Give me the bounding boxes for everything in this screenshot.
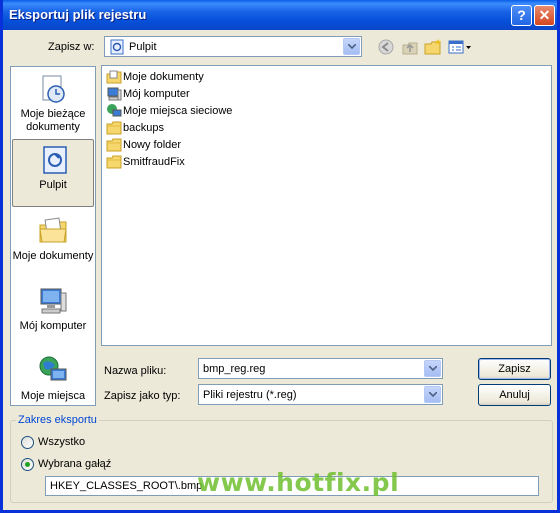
network-places-icon bbox=[107, 104, 122, 117]
place-label: Moje bieżące dokumenty bbox=[20, 108, 86, 133]
filetype-value: Pliki rejestru (*.reg) bbox=[203, 389, 297, 401]
place-recent-documents[interactable]: Moje bieżące dokumenty bbox=[11, 69, 95, 137]
my-documents-icon bbox=[39, 217, 67, 243]
network-places-icon bbox=[39, 356, 67, 381]
place-my-documents[interactable]: Moje dokumenty bbox=[11, 211, 95, 279]
save-in-dropdown[interactable]: Pulpit bbox=[104, 36, 362, 57]
place-label: Moje miejsca bbox=[20, 390, 86, 402]
desktop-icon bbox=[43, 146, 67, 174]
branch-path-value: HKEY_CLASSES_ROOT\.bmp bbox=[50, 480, 203, 492]
cancel-button[interactable]: Anuluj bbox=[478, 384, 551, 406]
watermark: www.hotfix.pl bbox=[197, 468, 400, 497]
place-my-computer[interactable]: Mój komputer bbox=[11, 281, 95, 349]
filetype-label: Zapisz jako typ: bbox=[104, 390, 181, 402]
chevron-down-icon[interactable] bbox=[343, 38, 360, 55]
place-label: Moje dokumenty bbox=[12, 250, 94, 262]
filetype-dropdown[interactable]: Pliki rejestru (*.reg) bbox=[198, 384, 443, 405]
view-menu-icon[interactable] bbox=[447, 37, 473, 57]
radio-branch-label[interactable]: Wybrana gałąź bbox=[38, 458, 111, 470]
place-label: Mój komputer bbox=[19, 320, 87, 332]
radio-all[interactable] bbox=[21, 436, 34, 449]
file-name: Mój komputer bbox=[123, 88, 190, 100]
file-list[interactable]: Moje dokumenty Mój komputer Moje miejsca… bbox=[101, 65, 552, 346]
export-range-title: Zakres eksportu bbox=[16, 414, 99, 426]
file-name: Moje dokumenty bbox=[123, 71, 204, 83]
place-desktop[interactable]: Pulpit bbox=[12, 139, 94, 207]
my-computer-icon bbox=[40, 288, 67, 314]
my-documents-icon bbox=[106, 70, 122, 84]
radio-selected-branch[interactable] bbox=[21, 458, 34, 471]
place-label: Pulpit bbox=[39, 179, 67, 191]
folder-icon bbox=[106, 121, 122, 135]
close-button[interactable]: ✕ bbox=[534, 5, 555, 26]
chevron-down-icon[interactable] bbox=[424, 386, 441, 403]
filename-field[interactable]: bmp_reg.reg bbox=[198, 358, 443, 379]
new-folder-icon[interactable] bbox=[423, 37, 443, 57]
window-title: Eksportuj plik rejestru bbox=[9, 7, 147, 22]
file-name: backups bbox=[123, 122, 164, 134]
radio-selected-dot bbox=[25, 462, 30, 467]
filename-value: bmp_reg.reg bbox=[203, 363, 266, 375]
places-bar: Moje bieżące dokumenty Pulpit Moje dokum… bbox=[10, 66, 96, 406]
place-network-places[interactable]: Moje miejsca bbox=[11, 351, 95, 405]
my-computer-icon bbox=[107, 87, 122, 101]
chevron-down-icon[interactable] bbox=[424, 360, 441, 377]
folder-icon bbox=[106, 138, 122, 152]
desktop-icon bbox=[110, 39, 124, 55]
file-name: SmitfraudFix bbox=[123, 156, 185, 168]
help-button[interactable]: ? bbox=[511, 5, 532, 26]
back-icon[interactable] bbox=[376, 37, 396, 57]
file-name: Nowy folder bbox=[123, 139, 182, 151]
file-name: Moje miejsca sieciowe bbox=[123, 105, 233, 117]
save-in-value: Pulpit bbox=[129, 41, 157, 53]
save-in-label: Zapisz w: bbox=[48, 41, 95, 53]
filename-label: Nazwa pliku: bbox=[104, 365, 167, 377]
folder-icon bbox=[106, 155, 122, 169]
radio-all-label[interactable]: Wszystko bbox=[38, 436, 85, 448]
up-folder-icon[interactable] bbox=[400, 37, 420, 57]
title-bar[interactable]: Eksportuj plik rejestru ? ✕ bbox=[3, 0, 557, 30]
save-button[interactable]: Zapisz bbox=[478, 358, 551, 380]
recent-documents-icon bbox=[42, 75, 65, 103]
